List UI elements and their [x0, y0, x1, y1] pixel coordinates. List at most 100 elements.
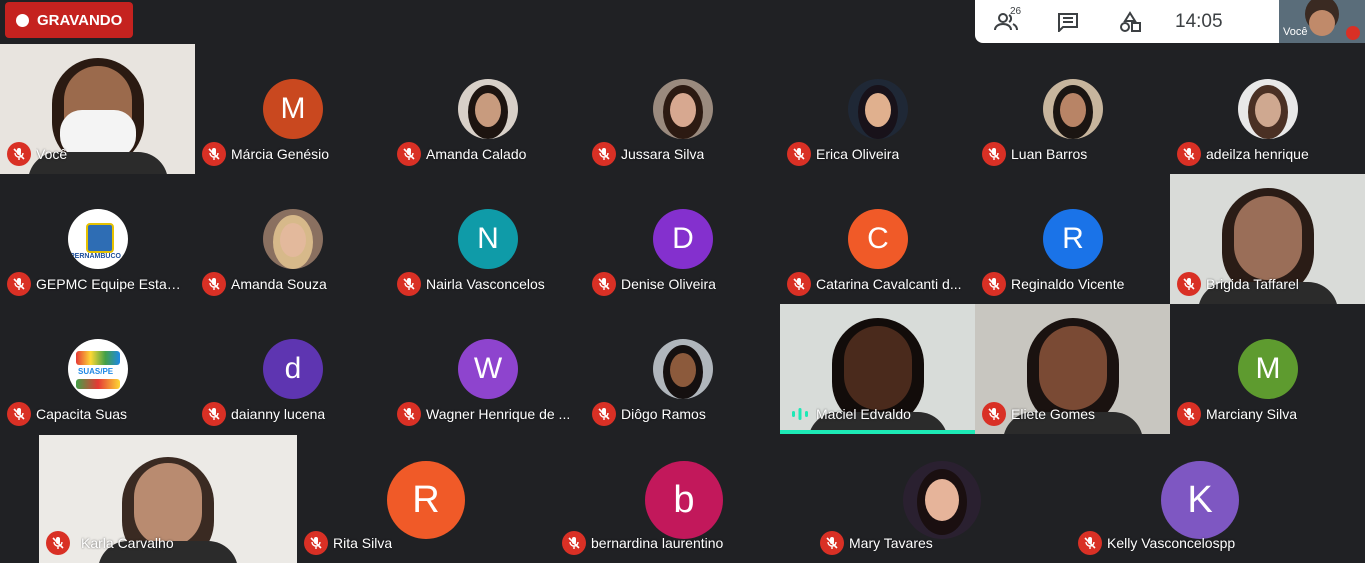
participant-name: Maciel Edvaldo	[816, 406, 911, 422]
participant-name: Kelly Vasconcelospp	[1107, 535, 1236, 551]
muted-mic-icon	[1177, 272, 1201, 296]
participant-tile[interactable]: R Reginaldo Vicente	[975, 174, 1170, 304]
capacita-logo: SUAS/PE	[68, 339, 128, 399]
participant-tile[interactable]: Amanda Souza	[195, 174, 390, 304]
participant-tile[interactable]: d daianny lucena	[195, 304, 390, 434]
logo-text: PERNAMBUCO	[70, 253, 121, 260]
muted-mic-icon	[202, 402, 226, 426]
participant-name: Wagner Henrique de ...	[426, 406, 571, 422]
photo-face	[280, 223, 306, 257]
participant-name: Brigida Taffarel	[1206, 276, 1299, 292]
participant-name: Mary Tavares	[849, 535, 933, 551]
participant-name: GEPMC Equipe Estad...	[36, 276, 186, 292]
self-muted-icon	[1346, 26, 1360, 40]
top-toolbar: 26 14:05	[975, 0, 1279, 43]
photo-face	[1255, 93, 1281, 127]
participant-tile[interactable]: Mary Tavares	[813, 435, 1071, 563]
avatar-letter: W	[473, 352, 503, 385]
participants-count: 26	[1010, 5, 1022, 17]
muted-mic-icon	[202, 272, 226, 296]
self-preview-label: Você	[1283, 26, 1308, 38]
participant-name: Erica Oliveira	[816, 146, 900, 162]
muted-mic-icon	[787, 142, 811, 166]
participant-tile[interactable]: D Denise Oliveira	[585, 174, 780, 304]
participant-tile[interactable]: Amanda Calado	[390, 44, 585, 174]
muted-mic-icon	[1177, 402, 1201, 426]
participant-name: Catarina Cavalcanti d...	[816, 276, 962, 292]
participant-name: Diôgo Ramos	[621, 406, 706, 422]
muted-mic-icon	[397, 272, 421, 296]
muted-mic-icon	[7, 272, 31, 296]
avatar-letter: M	[280, 92, 306, 125]
participant-tile[interactable]: PERNAMBUCO GEPMC Equipe Estad...	[0, 174, 195, 304]
chat-icon	[1058, 12, 1078, 32]
participant-name: Márcia Genésio	[231, 146, 330, 162]
muted-mic-icon	[397, 142, 421, 166]
participants-button[interactable]: 26	[975, 6, 1037, 32]
participant-tile[interactable]: Você	[0, 44, 195, 174]
participant-tile[interactable]: Karla Carvalho	[0, 435, 297, 563]
participant-tile[interactable]: M Márcia Genésio	[195, 44, 390, 174]
participant-name: Você	[36, 146, 68, 162]
pernambuco-logo: PERNAMBUCO	[68, 209, 128, 269]
face-mask	[59, 110, 136, 158]
avatar-photo	[263, 209, 323, 269]
record-dot-icon	[16, 13, 29, 27]
shapes-icon	[1120, 10, 1141, 32]
avatar-initial: d	[263, 339, 323, 399]
participant-tile[interactable]: Diôgo Ramos	[585, 304, 780, 434]
muted-mic-icon	[592, 402, 616, 426]
participant-tile[interactable]: R Rita Silva	[297, 435, 555, 563]
muted-mic-icon	[982, 142, 1006, 166]
participant-name: bernardina laurentino	[591, 535, 724, 551]
participant-name: Amanda Calado	[426, 146, 527, 162]
photo-face	[670, 93, 696, 127]
photo-face	[925, 479, 959, 521]
muted-mic-icon	[1078, 531, 1102, 555]
activities-button[interactable]	[1099, 10, 1161, 33]
self-preview[interactable]: Você	[1279, 0, 1365, 43]
photo-face	[475, 93, 501, 127]
participant-name: Karla Carvalho	[81, 535, 174, 551]
participant-tile[interactable]: Brigida Taffarel	[1170, 174, 1365, 304]
coat-of-arms-icon	[86, 223, 114, 253]
participant-tile[interactable]: Maciel Edvaldo	[780, 304, 975, 434]
avatar-letter: b	[673, 478, 695, 521]
flags-icon	[76, 351, 120, 365]
participant-tile[interactable]: Eliete Gomes	[975, 304, 1170, 434]
participant-tile[interactable]: C Catarina Cavalcanti d...	[780, 174, 975, 304]
muted-mic-icon	[820, 531, 844, 555]
avatar-photo	[458, 79, 518, 139]
muted-mic-icon	[982, 402, 1006, 426]
participant-tile[interactable]: adeilza henrique	[1170, 44, 1365, 174]
participant-tile[interactable]: b bernardina laurentino	[555, 435, 813, 563]
participant-tile[interactable]: Erica Oliveira	[780, 44, 975, 174]
participant-name: Marciany Silva	[1206, 406, 1298, 422]
participant-tile[interactable]: W Wagner Henrique de ...	[390, 304, 585, 434]
participant-tile[interactable]: N Nairla Vasconcelos	[390, 174, 585, 304]
participant-tile[interactable]: M Marciany Silva	[1170, 304, 1365, 434]
speaking-bar	[780, 430, 975, 434]
muted-mic-icon	[982, 272, 1006, 296]
muted-mic-icon	[7, 142, 31, 166]
avatar-letter: K	[1187, 478, 1213, 521]
muted-mic-icon	[1177, 142, 1201, 166]
avatar-letter: C	[867, 222, 889, 255]
avatar-initial: N	[458, 209, 518, 269]
participant-tile[interactable]: SUAS/PE Capacita Suas	[0, 304, 195, 434]
avatar-letter: M	[1255, 352, 1281, 385]
recording-badge: GRAVANDO	[5, 2, 133, 38]
avatar-initial: b	[645, 461, 723, 539]
muted-mic-icon	[7, 402, 31, 426]
participant-name: Nairla Vasconcelos	[426, 276, 545, 292]
participant-tile[interactable]: Jussara Silva	[585, 44, 780, 174]
recording-label: GRAVANDO	[37, 11, 123, 29]
participant-tile[interactable]: K Kelly Vasconcelospp	[1071, 435, 1329, 563]
person-face	[843, 326, 912, 410]
chat-button[interactable]	[1037, 12, 1099, 32]
participant-name: adeilza henrique	[1206, 146, 1309, 162]
self-preview-face	[1309, 10, 1335, 36]
flags-icon-lower	[76, 379, 120, 389]
avatar-initial: D	[653, 209, 713, 269]
participant-tile[interactable]: Luan Barros	[975, 44, 1170, 174]
